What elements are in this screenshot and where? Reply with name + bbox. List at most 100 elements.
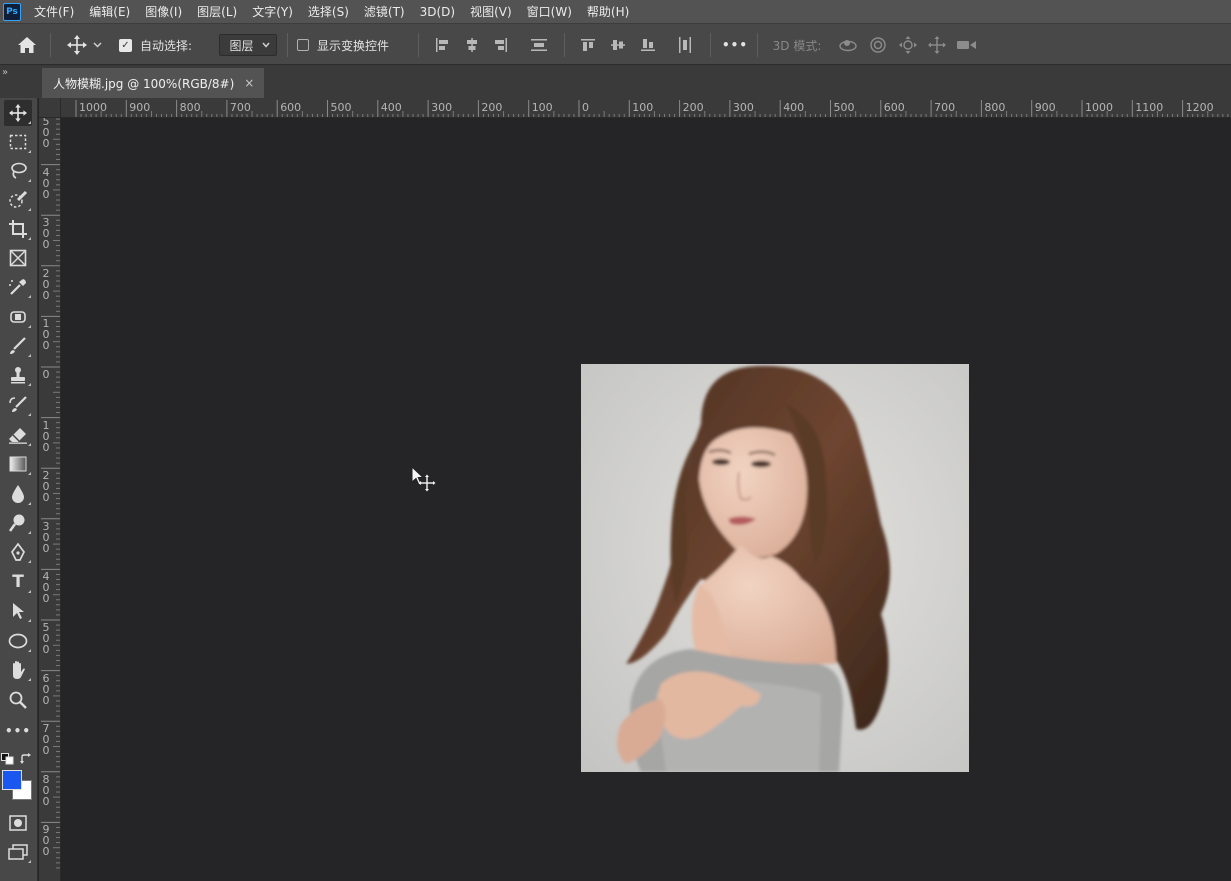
tool-group-indicator — [28, 502, 31, 505]
zoom-tool[interactable] — [4, 687, 32, 713]
divider — [710, 33, 711, 57]
lasso-tool[interactable] — [4, 158, 32, 184]
ruler-label: 500 — [42, 118, 50, 150]
eraser-tool[interactable] — [4, 422, 32, 448]
divider — [418, 33, 419, 57]
horizontal-ruler[interactable]: 1000 900 800 700 600 500 400 300 200 100 0 100 200 30… — [61, 98, 1231, 118]
marquee-tool[interactable] — [4, 129, 32, 155]
move-icon — [66, 35, 87, 55]
align-top-button[interactable] — [578, 24, 598, 66]
clone-stamp-icon — [9, 366, 27, 384]
ruler-label: 600 — [280, 101, 302, 114]
mode-3d-label: 3D 模式: — [768, 24, 826, 66]
clone-stamp-tool[interactable] — [4, 362, 32, 388]
align-bottom-button[interactable] — [638, 24, 658, 66]
tools-panel: T ••• — [0, 98, 38, 881]
quick-mask-button[interactable] — [4, 810, 32, 836]
document-tab[interactable]: 人物模糊.jpg @ 100%(RGB/8#) × — [42, 68, 264, 98]
menu-select[interactable]: 选择(S) — [308, 3, 349, 20]
checkbox-icon — [297, 39, 309, 51]
gradient-tool[interactable] — [4, 451, 32, 477]
pen-tool[interactable] — [4, 539, 32, 565]
dodge-tool[interactable] — [4, 510, 32, 536]
foreground-color-swatch[interactable] — [2, 770, 22, 790]
move-tool[interactable] — [4, 100, 32, 126]
align-right-button[interactable] — [491, 24, 511, 66]
ruler-label: 300 — [732, 101, 754, 114]
auto-select-label: 自动选择: — [140, 38, 193, 53]
default-colors-button[interactable] — [1, 750, 15, 765]
pan-3d-button[interactable] — [897, 24, 919, 66]
healing-brush-icon — [8, 307, 28, 327]
frame-tool[interactable] — [4, 245, 32, 271]
ellipse-tool[interactable] — [4, 628, 32, 654]
type-icon: T — [12, 572, 24, 592]
auto-select-checkbox[interactable]: ✓ 自动选择: — [119, 24, 207, 66]
align-vertical-center-button[interactable] — [608, 24, 628, 66]
panel-collapse-icon[interactable]: » — [2, 67, 8, 78]
ruler-label: 300 — [42, 216, 50, 252]
ruler-label: 500 — [42, 621, 50, 656]
menu-file[interactable]: 文件(F) — [34, 3, 74, 20]
align-left-icon — [435, 37, 449, 53]
scale-3d-button[interactable] — [955, 24, 979, 66]
hand-tool[interactable] — [4, 657, 32, 683]
ruler-origin[interactable] — [39, 98, 61, 118]
tool-group-indicator — [28, 531, 31, 534]
menu-help[interactable]: 帮助(H) — [587, 3, 629, 20]
slide-3d-button[interactable] — [926, 24, 948, 66]
document-image[interactable] — [581, 364, 969, 772]
menu-edit[interactable]: 编辑(E) — [89, 3, 130, 20]
menu-image[interactable]: 图像(I) — [145, 3, 182, 20]
align-left-button[interactable] — [432, 24, 452, 66]
ruler-label: 200 — [481, 101, 503, 114]
menu-window[interactable]: 窗口(W) — [527, 3, 572, 20]
path-selection-tool[interactable] — [4, 598, 32, 624]
orbit-3d-button[interactable] — [837, 24, 859, 66]
close-icon[interactable]: × — [244, 76, 254, 90]
tool-group-indicator — [28, 649, 31, 652]
menu-3d[interactable]: 3D(D) — [420, 5, 455, 19]
show-transform-checkbox[interactable]: 显示变换控件 — [297, 24, 402, 66]
healing-brush-tool[interactable] — [4, 304, 32, 330]
brush-tool[interactable] — [4, 333, 32, 359]
ruler-label: 1100 — [1135, 101, 1164, 114]
quick-select-tool[interactable] — [4, 187, 32, 213]
auto-select-target-dropdown[interactable]: 图层 — [218, 24, 278, 66]
lasso-icon — [8, 161, 28, 181]
tool-group-indicator — [28, 560, 31, 563]
menu-filter[interactable]: 滤镜(T) — [364, 3, 405, 20]
history-brush-tool[interactable] — [4, 392, 32, 418]
tool-preset-picker[interactable] — [60, 24, 108, 66]
tool-group-indicator — [28, 413, 31, 416]
roll-3d-button[interactable] — [867, 24, 889, 66]
eyedropper-tool[interactable] — [4, 274, 32, 300]
distribute-vertical-button[interactable] — [675, 24, 695, 66]
screen-mode-button[interactable] — [4, 839, 32, 865]
distribute-button[interactable] — [528, 24, 550, 66]
type-tool[interactable]: T — [4, 569, 32, 595]
tool-group-indicator — [28, 150, 31, 153]
menu-type[interactable]: 文字(Y) — [252, 3, 293, 20]
swap-colors-button[interactable] — [20, 750, 34, 764]
scale-3d-icon — [956, 38, 978, 52]
ruler-label: 900 — [42, 823, 50, 859]
ruler-label: 400 — [380, 101, 402, 114]
roll-3d-icon — [869, 36, 887, 54]
crop-tool[interactable] — [4, 216, 32, 242]
home-button[interactable] — [14, 24, 40, 66]
blur-icon — [10, 484, 26, 504]
more-options-button[interactable]: ••• — [722, 24, 748, 66]
align-horizontal-center-button[interactable] — [462, 24, 482, 66]
ruler-label: 700 — [42, 722, 50, 758]
menu-view[interactable]: 视图(V) — [470, 3, 512, 20]
menu-layer[interactable]: 图层(L) — [197, 3, 237, 20]
blur-tool[interactable] — [4, 481, 32, 507]
edit-toolbar-button[interactable]: ••• — [4, 718, 32, 744]
vertical-ruler[interactable]: 500 400 300 200 100 0 100 200 300 400 500 600 700 800… — [39, 118, 61, 881]
ruler-label: 200 — [42, 469, 50, 505]
ruler-label: 100 — [42, 418, 50, 454]
distribute-icon — [530, 38, 548, 52]
marquee-icon — [9, 134, 27, 150]
ruler-label: 700 — [229, 101, 251, 114]
